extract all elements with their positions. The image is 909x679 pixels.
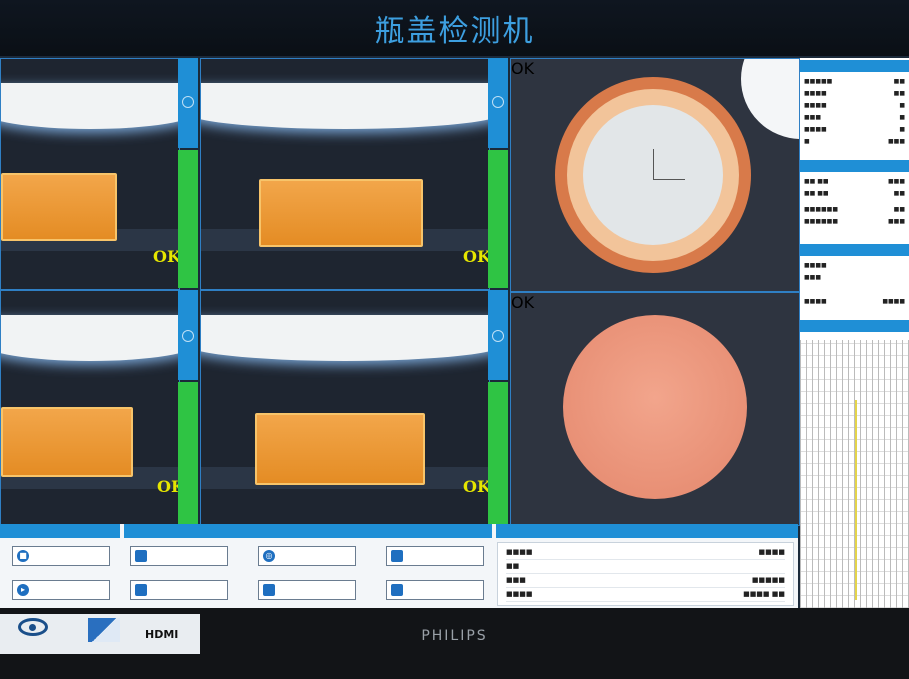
settings-icon: ◎ [263, 550, 275, 562]
status-dot-icon [492, 96, 504, 108]
trend-graph [800, 340, 909, 608]
camera-feed-1: OK [0, 58, 180, 290]
control-button-5[interactable]: ◎ [258, 546, 356, 566]
title-bar: 瓶盖检测机 [0, 0, 909, 58]
run-icon: ▸ [17, 584, 29, 596]
control-button-7[interactable] [386, 546, 484, 566]
statistics-box: ■■■■ ■■■■ ■■ ■■■ ■■■■■ ■■■■ ■■■■ ■■ [497, 542, 794, 606]
bottle-cap [1, 173, 117, 241]
parameter-panel: ■■■■■ ■■ ■■■■ ■■ ■■■■ ■ ■■■ ■ ■■■■ ■ ■ ■■■ ■■ … [800, 58, 909, 608]
cap-top-inspection: OK [510, 58, 800, 292]
control-button-3[interactable] [130, 546, 228, 566]
monitor-sticker: HDMI [0, 614, 200, 654]
users-icon [135, 584, 147, 596]
ok-status: OK [463, 477, 490, 496]
eye-icon [18, 618, 48, 636]
user-icon [135, 550, 147, 562]
ok-status: OK [157, 477, 179, 496]
control-button-8[interactable] [386, 580, 484, 600]
ok-status: OK [511, 293, 535, 312]
panel-header [800, 160, 909, 172]
control-button-2[interactable]: ▸ [12, 580, 110, 600]
section-header [496, 524, 798, 538]
status-dot-icon [182, 330, 194, 342]
cap-bottom-inspection: OK [510, 292, 800, 526]
bottle-cap [255, 413, 425, 485]
panel-header [800, 60, 909, 72]
control-button-1[interactable]: ■ [12, 546, 110, 566]
section-header [124, 524, 492, 538]
camera-strip-4 [488, 290, 508, 524]
camera-feed-3: OK [0, 290, 180, 526]
control-button-4[interactable] [130, 580, 228, 600]
panel-header [800, 320, 909, 332]
bottle-cap [1, 407, 133, 477]
camera-strip-3 [178, 290, 198, 524]
image-icon [263, 584, 275, 596]
panel-header [800, 244, 909, 256]
ok-status: OK [153, 247, 180, 266]
app-title: 瓶盖检测机 [374, 14, 535, 49]
control-bar: ■ ▸ ◎ ■■■■ ■■■■ ■■ ■■■ ■■■■■ ■■■■ ■■■■ ■■ [0, 524, 798, 608]
camera-feed-2: OK [200, 58, 490, 290]
export-icon [391, 584, 403, 596]
hdmi-logo: HDMI [145, 628, 179, 641]
camera-strip-2 [488, 58, 508, 288]
ok-status: OK [463, 247, 490, 266]
status-dot-icon [492, 330, 504, 342]
camera-feed-4: OK [200, 290, 490, 526]
status-dot-icon [182, 96, 194, 108]
stop-icon: ■ [17, 550, 29, 562]
edit-icon [391, 550, 403, 562]
camera-strip-1 [178, 58, 198, 288]
section-header [0, 524, 120, 538]
bottle-cap [259, 179, 423, 247]
control-button-6[interactable] [258, 580, 356, 600]
panel-icon [88, 618, 120, 642]
